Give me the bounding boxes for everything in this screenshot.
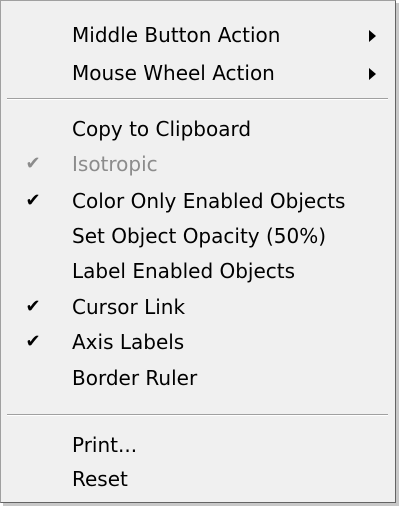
menu-item-label: Label Enabled Objects	[72, 259, 296, 283]
menu-item-print[interactable]: Print...	[1, 427, 395, 463]
menu-item-label: Reset	[72, 467, 128, 491]
checkmark-icon: ✔	[25, 190, 41, 211]
menu-item-axis-labels[interactable]: ✔ Axis Labels	[1, 324, 395, 360]
checkmark-icon: ✔	[25, 331, 41, 352]
context-menu: Middle Button Action Mouse Wheel Action …	[0, 0, 396, 503]
menu-item-label: Print...	[72, 433, 138, 457]
menu-item-set-object-opacity[interactable]: Set Object Opacity (50%)	[1, 218, 395, 254]
menu-item-label: Cursor Link	[72, 295, 186, 319]
menu-item-label: Axis Labels	[72, 330, 185, 354]
menu-item-label: Copy to Clipboard	[72, 117, 252, 141]
menu-item-label: Isotropic	[72, 152, 158, 176]
menu-separator	[7, 414, 388, 416]
menu-item-isotropic: ✔ Isotropic	[1, 146, 395, 182]
menu-item-border-ruler[interactable]: Border Ruler	[1, 360, 395, 396]
menu-separator	[7, 98, 388, 100]
menu-item-label-enabled-objects[interactable]: Label Enabled Objects	[1, 253, 395, 289]
submenu-arrow-icon	[369, 30, 376, 42]
menu-item-label: Color Only Enabled Objects	[72, 189, 346, 213]
menu-item-middle-button-action[interactable]: Middle Button Action	[1, 17, 395, 53]
checkmark-icon: ✔	[25, 153, 41, 174]
menu-item-label: Middle Button Action	[72, 23, 281, 47]
checkmark-icon: ✔	[25, 296, 41, 317]
menu-item-reset[interactable]: Reset	[1, 461, 395, 497]
menu-item-cursor-link[interactable]: ✔ Cursor Link	[1, 289, 395, 325]
menu-item-label: Mouse Wheel Action	[72, 61, 275, 85]
menu-item-mouse-wheel-action[interactable]: Mouse Wheel Action	[1, 55, 395, 91]
menu-item-label: Border Ruler	[72, 366, 198, 390]
menu-item-copy-to-clipboard[interactable]: Copy to Clipboard	[1, 111, 395, 147]
menu-item-color-only-enabled-objects[interactable]: ✔ Color Only Enabled Objects	[1, 183, 395, 219]
submenu-arrow-icon	[369, 68, 376, 80]
menu-item-label: Set Object Opacity (50%)	[72, 224, 327, 248]
